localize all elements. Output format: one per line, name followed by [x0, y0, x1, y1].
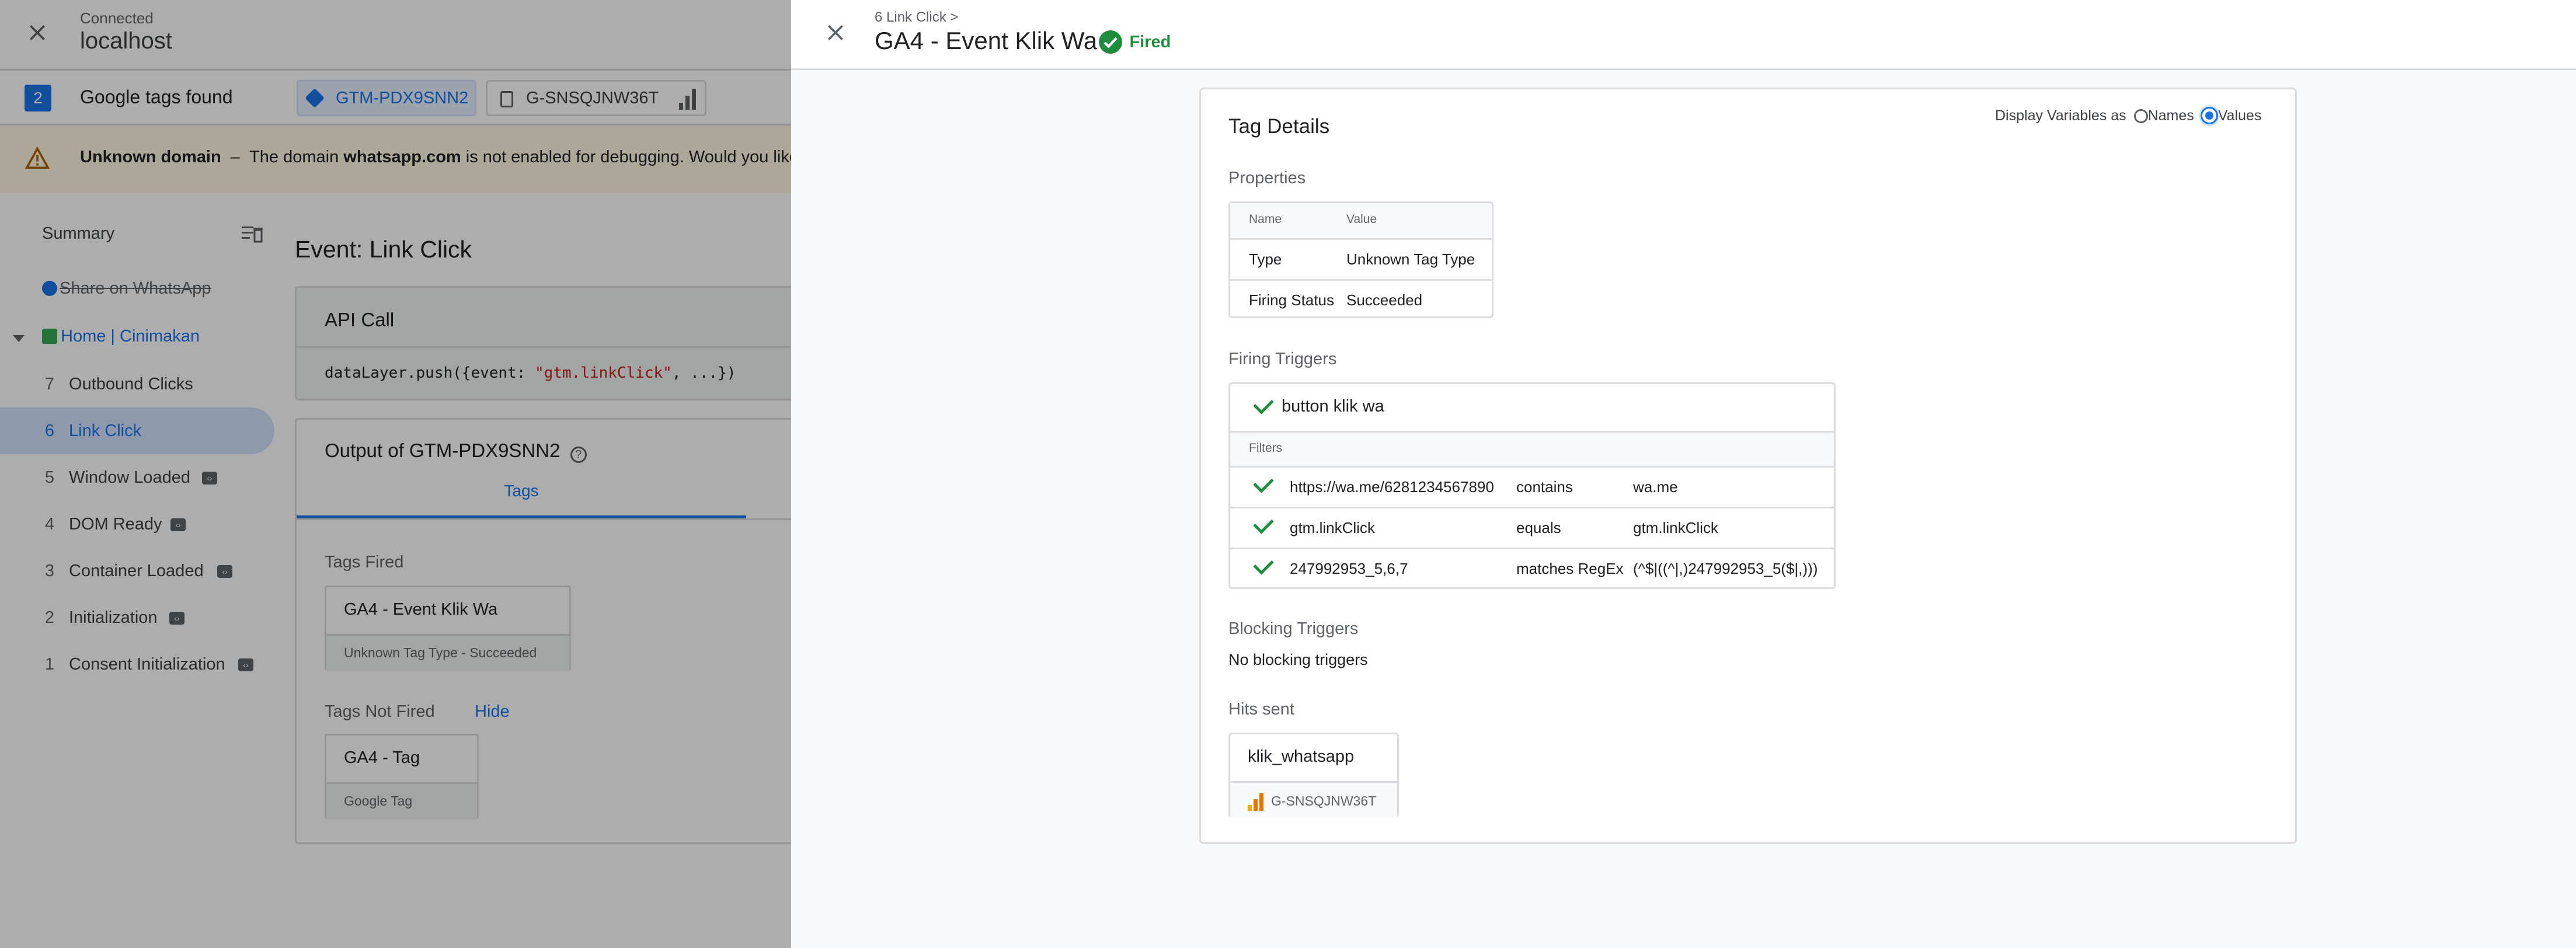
filter-operator: equals: [1516, 519, 1561, 536]
hits-sent-title: Hits sent: [1228, 700, 1294, 719]
check-icon: [1253, 554, 1274, 575]
check-icon: [1253, 513, 1274, 534]
check-icon: [1253, 393, 1274, 414]
filter-value: (^$|((^|,)247992953_5($|,))): [1633, 560, 1818, 577]
filter-variable: 247992953_5,6,7: [1290, 560, 1408, 577]
check-icon: [1253, 472, 1274, 493]
prop-name: Type: [1249, 250, 1282, 268]
breadcrumb[interactable]: 6 Link Click >: [875, 9, 958, 26]
analytics-icon: [1248, 793, 1264, 811]
filter-row: gtm.linkClick equals gtm.linkClick: [1230, 507, 1834, 548]
properties-title: Properties: [1228, 169, 1306, 187]
filter-value: gtm.linkClick: [1633, 519, 1718, 536]
modal-backdrop[interactable]: [0, 0, 791, 948]
filter-variable: gtm.linkClick: [1290, 519, 1375, 536]
trigger-name: button klik wa: [1282, 397, 1384, 416]
blocking-triggers-title: Blocking Triggers: [1228, 619, 1359, 638]
hit-card[interactable]: klik_whatsapp G-SNSQJNW36T: [1228, 733, 1399, 818]
prop-value: Unknown Tag Type: [1346, 250, 1475, 268]
filter-row: https://wa.me/6281234567890 contains wa.…: [1230, 466, 1834, 507]
hit-name: klik_whatsapp: [1248, 747, 1355, 766]
check-circle-icon: [1099, 30, 1122, 54]
filter-row: 247992953_5,6,7 matches RegEx (^$|((^|,)…: [1230, 548, 1834, 588]
filter-variable: https://wa.me/6281234567890: [1290, 478, 1494, 496]
radio-names[interactable]: [2133, 109, 2148, 123]
table-row: Firing Status Succeeded: [1230, 279, 1492, 318]
filter-operator: matches RegEx: [1516, 560, 1624, 577]
firing-trigger-table: button klik wa Filters https://wa.me/628…: [1228, 382, 1836, 589]
prop-name: Firing Status: [1249, 291, 1334, 309]
properties-table: Name Value Type Unknown Tag Type Firing …: [1228, 201, 1494, 318]
prop-value: Succeeded: [1346, 291, 1423, 309]
card-title: Tag Details: [1228, 115, 1330, 138]
tag-details-card: Tag Details Display Variables as Names V…: [1199, 88, 2297, 844]
blocking-triggers-text: No blocking triggers: [1228, 651, 1368, 668]
table-row: Type Unknown Tag Type: [1230, 238, 1492, 279]
status-text: Fired: [1129, 32, 1171, 51]
radio-values-label: Values: [2218, 107, 2262, 124]
filters-label: Filters: [1249, 441, 1283, 455]
display-variables-toggle: Display Variables as Names Values: [1995, 107, 2261, 124]
firing-triggers-title: Firing Triggers: [1228, 350, 1337, 368]
panel-close-icon[interactable]: [824, 21, 847, 44]
display-label: Display Variables as: [1995, 107, 2126, 124]
status-badge: Fired: [1099, 30, 1171, 54]
filter-value: wa.me: [1633, 478, 1678, 496]
col-header-name: Name: [1249, 212, 1282, 226]
filter-operator: contains: [1516, 478, 1573, 496]
radio-names-label: Names: [2147, 107, 2194, 124]
col-header-value: Value: [1346, 212, 1377, 226]
panel-title: GA4 - Event Klik Wa: [875, 27, 1098, 54]
hit-id: G-SNSQJNW36T: [1271, 793, 1377, 808]
radio-values[interactable]: [2200, 107, 2218, 124]
